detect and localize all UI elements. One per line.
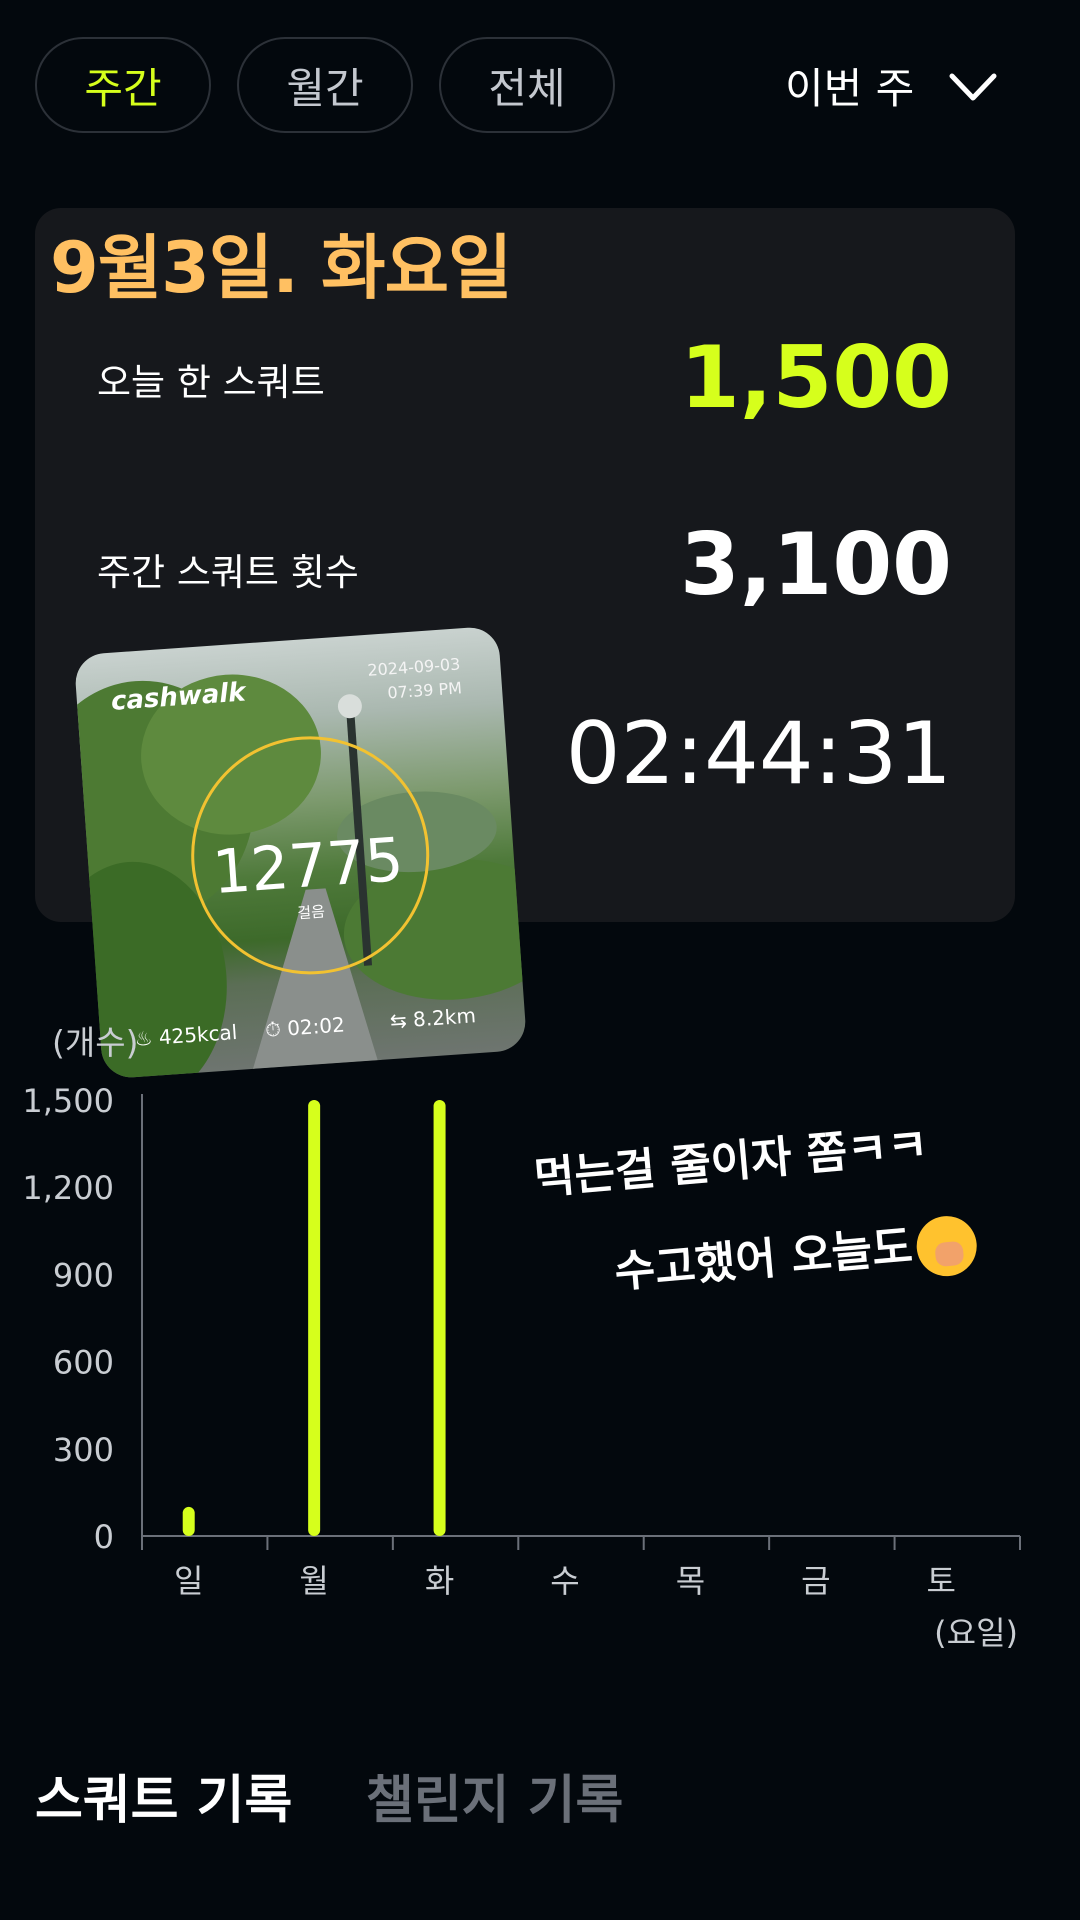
y-tick-label: 600 bbox=[53, 1344, 114, 1382]
x-tick-label: 토 bbox=[927, 1562, 956, 1600]
x-tick-label: 수 bbox=[550, 1562, 579, 1600]
weekly-squat-label: 주간 스쿼트 횟수 bbox=[97, 551, 359, 594]
photo-timestamp: 2024-09-03 07:39 PM bbox=[367, 652, 463, 706]
y-axis-unit-label: (개수) bbox=[52, 1023, 139, 1062]
distance-value: 8.2km bbox=[412, 1003, 477, 1032]
walk-photo-sticker: cashwalk 2024-09-03 07:39 PM 12775 걸음 ♨ … bbox=[73, 625, 528, 1080]
duration-value: 02:02 bbox=[286, 1012, 346, 1041]
weekly-squat-value: 3,100 bbox=[679, 515, 952, 615]
tab-all[interactable]: 전체 bbox=[439, 37, 615, 133]
route-icon: ⇆ bbox=[389, 1008, 408, 1034]
bar-일 bbox=[182, 1506, 195, 1536]
handwritten-note: 먹는걸 줄이자 쫌ㅋㅋ 수고했어 오늘도 bbox=[530, 1092, 980, 1329]
y-tick-label: 1,500 bbox=[22, 1082, 114, 1120]
today-squat-label: 오늘 한 스쿼트 bbox=[97, 361, 325, 404]
x-tick-label: 목 bbox=[676, 1562, 705, 1600]
tab-weekly[interactable]: 주간 bbox=[35, 37, 211, 133]
x-tick-label: 화 bbox=[425, 1562, 454, 1600]
note-line-2-text: 수고했어 오늘도 bbox=[612, 1221, 915, 1299]
bar-화 bbox=[433, 1100, 446, 1536]
stopwatch-icon: ⏱ bbox=[264, 1016, 282, 1042]
x-axis-unit-label: (요일) bbox=[934, 1614, 1018, 1652]
tab-squat-record[interactable]: 스쿼트 기록 bbox=[35, 1758, 292, 1833]
chevron-down-icon bbox=[949, 73, 997, 100]
y-tick-label: 0 bbox=[94, 1518, 114, 1556]
period-label: 이번 주 bbox=[785, 64, 915, 113]
x-tick-label: 금 bbox=[801, 1562, 830, 1600]
period-dropdown[interactable]: 이번 주 bbox=[785, 55, 998, 116]
y-tick-label: 1,200 bbox=[22, 1169, 114, 1207]
bar-월 bbox=[308, 1100, 321, 1536]
y-tick-label: 300 bbox=[53, 1431, 114, 1469]
today-squat-value: 1,500 bbox=[679, 328, 952, 428]
exercise-time-value: 02:44:31 bbox=[565, 704, 952, 804]
hand-over-mouth-emoji-icon bbox=[913, 1213, 979, 1279]
x-tick-label: 일 bbox=[174, 1562, 203, 1600]
tab-monthly[interactable]: 월간 bbox=[237, 37, 413, 133]
tab-challenge-record[interactable]: 챌린지 기록 bbox=[366, 1758, 623, 1833]
date-title: 9월3일. 화요일 bbox=[50, 227, 512, 309]
x-tick-label: 월 bbox=[299, 1562, 328, 1600]
y-tick-label: 900 bbox=[53, 1256, 114, 1294]
